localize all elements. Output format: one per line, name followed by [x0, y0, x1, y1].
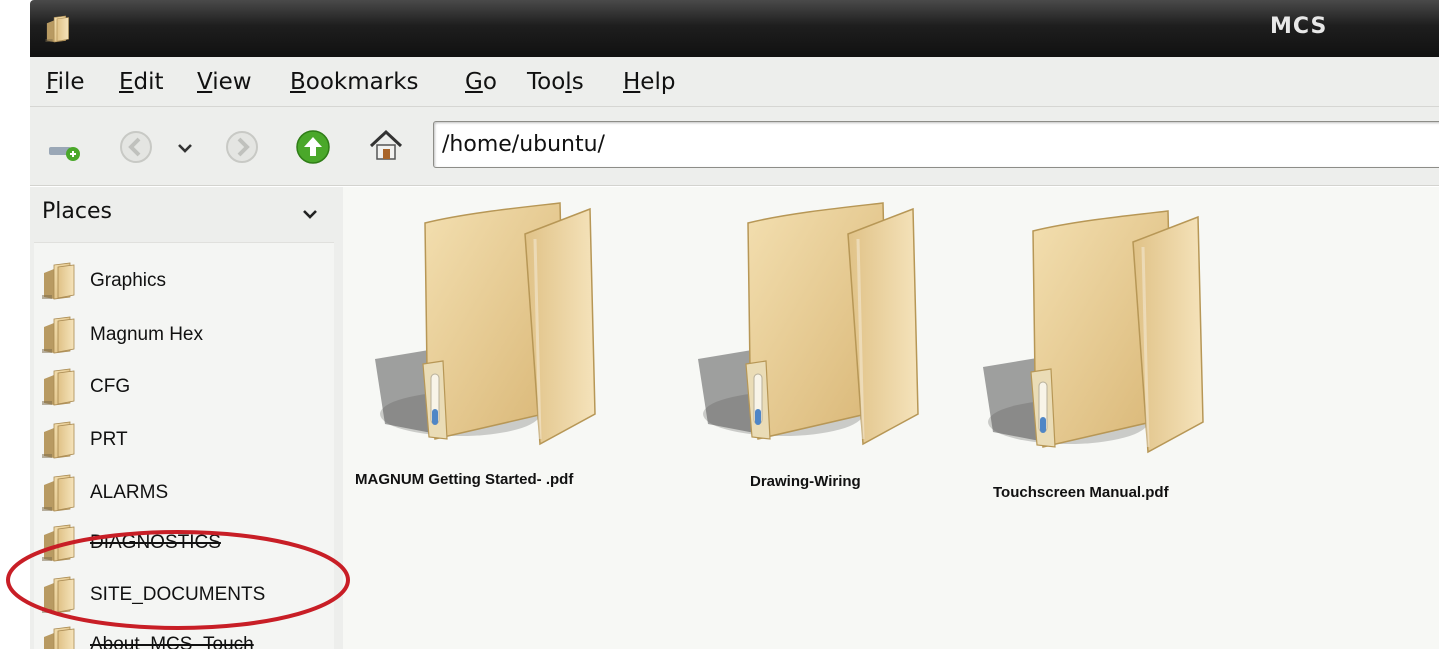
folder-icon: [40, 625, 76, 649]
folder-icon: [40, 315, 76, 355]
menu-edit[interactable]: Edit: [119, 69, 164, 95]
folder-icon: [40, 420, 76, 460]
sidebar-item-label: Magnum Hex: [90, 324, 203, 345]
file-view[interactable]: MAGNUM Getting Started- .pdf Drawing-Wir…: [343, 187, 1439, 649]
window-titlebar[interactable]: MCS: [30, 0, 1439, 57]
places-list: Graphics Magnum Hex CFG PRT ALARMS DIAGN…: [34, 242, 334, 649]
file-item-magnum-getting-started[interactable]: MAGNUM Getting Started- .pdf: [355, 199, 645, 509]
history-dropdown-button[interactable]: [170, 133, 200, 163]
sidebar-item-label: DIAGNOSTICS: [90, 532, 221, 553]
folder-icon: [365, 199, 605, 449]
window-title: MCS: [1270, 14, 1328, 39]
file-name: Touchscreen Manual.pdf: [993, 484, 1169, 501]
file-name: Drawing-Wiring: [750, 473, 861, 490]
menu-mnemonic: B: [290, 69, 306, 95]
menu-mnemonic: H: [623, 69, 641, 95]
menu-mnemonic: E: [119, 69, 134, 95]
file-item-touchscreen-manual[interactable]: Touchscreen Manual.pdf: [973, 207, 1253, 517]
up-arrow-icon: [296, 130, 330, 164]
menu-label-part: s: [571, 69, 584, 95]
folder-icon: [40, 575, 76, 615]
sidebar-item-prt[interactable]: PRT: [40, 418, 330, 462]
sidebar-item-label: CFG: [90, 376, 131, 397]
menu-label-part: elp: [640, 69, 676, 95]
sidebar-item-alarms[interactable]: ALARMS: [40, 471, 330, 515]
up-button[interactable]: [294, 128, 332, 166]
menu-label-part: Too: [527, 69, 566, 95]
sidebar-item-label: PRT: [90, 429, 128, 450]
menu-mnemonic: G: [465, 69, 483, 95]
sidebar-item-label: About_MCS_Touch: [90, 634, 254, 649]
home-icon: [369, 129, 403, 160]
menubar: File Edit View Bookmarks Go Tools Help: [30, 57, 1439, 107]
folder-icon: [40, 367, 76, 407]
menu-label-part: iew: [212, 69, 252, 95]
back-button[interactable]: [118, 129, 154, 165]
home-button[interactable]: [366, 126, 406, 166]
new-tab-icon: [49, 147, 80, 161]
sidebar-item-graphics[interactable]: Graphics: [40, 259, 330, 303]
back-arrow-icon: [120, 131, 152, 163]
sidebar-item-site-documents[interactable]: SITE_DOCUMENTS: [40, 573, 330, 617]
address-bar[interactable]: [433, 121, 1439, 168]
new-tab-button[interactable]: [44, 133, 86, 163]
menu-mnemonic: V: [197, 69, 213, 95]
sidebar-item-about-mcs-touch[interactable]: About_MCS_Touch: [40, 623, 330, 649]
file-item-drawing-wiring[interactable]: Drawing-Wiring: [688, 199, 948, 509]
sidebar: Places Graphics Magnum Hex CFG PRT ALARM…: [30, 187, 343, 649]
sidebar-item-label: Graphics: [90, 270, 167, 291]
sidebar-item-label: ALARMS: [90, 482, 169, 503]
menu-label-part: ile: [57, 69, 85, 95]
sidebar-item-label: SITE_DOCUMENTS: [90, 584, 266, 605]
folder-icon: [40, 473, 76, 513]
folder-icon: [40, 261, 76, 301]
menu-help[interactable]: Help: [623, 69, 675, 95]
menu-go[interactable]: Go: [465, 69, 497, 95]
chevron-down-icon[interactable]: [300, 204, 320, 224]
toolbar: [30, 107, 1439, 186]
path-input[interactable]: [434, 122, 1439, 167]
chevron-down-icon: [178, 144, 192, 153]
menu-label-part: ookmarks: [305, 69, 419, 95]
menu-bookmarks[interactable]: Bookmarks: [290, 69, 419, 95]
menu-tools[interactable]: Tools: [527, 69, 584, 95]
menu-label-part: o: [482, 69, 497, 95]
menu-file[interactable]: File: [46, 69, 85, 95]
menu-mnemonic: F: [46, 69, 58, 95]
file-name: MAGNUM Getting Started- .pdf: [355, 471, 574, 488]
sidebar-item-cfg[interactable]: CFG: [40, 365, 330, 409]
menu-view[interactable]: View: [197, 69, 252, 95]
forward-button[interactable]: [224, 129, 260, 165]
places-header[interactable]: Places: [42, 199, 112, 224]
folder-icon: [973, 207, 1213, 457]
sidebar-item-magnum-hex[interactable]: Magnum Hex: [40, 313, 330, 357]
menu-label-part: dit: [133, 69, 164, 95]
folder-icon: [688, 199, 928, 449]
forward-arrow-icon: [226, 131, 258, 163]
folder-icon: [44, 10, 70, 48]
sidebar-item-diagnostics[interactable]: DIAGNOSTICS: [40, 521, 330, 565]
folder-icon: [40, 523, 76, 563]
